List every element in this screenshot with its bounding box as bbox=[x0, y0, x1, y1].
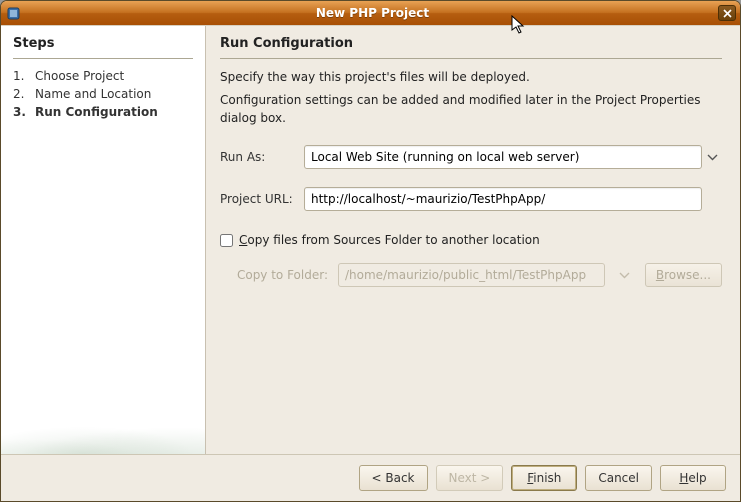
wizard-window: New PHP Project Steps 1.Choose Project2.… bbox=[0, 0, 741, 502]
next-button: Next > bbox=[436, 465, 504, 491]
step-item: 1.Choose Project bbox=[13, 67, 193, 85]
steps-header: Steps bbox=[13, 36, 193, 51]
step-label: Name and Location bbox=[35, 87, 151, 101]
copy-folder-row: Copy to Folder: Browse... bbox=[220, 263, 722, 287]
project-url-label: Project URL: bbox=[220, 192, 304, 206]
browse-button: Browse... bbox=[645, 263, 722, 287]
copy-folder-label: Copy to Folder: bbox=[220, 268, 328, 282]
project-url-input[interactable] bbox=[304, 187, 702, 211]
chevron-down-icon bbox=[615, 268, 635, 282]
copy-files-label[interactable]: Copy files from Sources Folder to anothe… bbox=[239, 233, 540, 247]
run-as-row: Run As: bbox=[220, 145, 722, 169]
button-bar: < Back Next > Finish Cancel Help bbox=[1, 454, 740, 501]
divider bbox=[13, 58, 193, 59]
description-line-2: Configuration settings can be added and … bbox=[220, 92, 722, 127]
help-button[interactable]: Help bbox=[660, 465, 726, 491]
back-button[interactable]: < Back bbox=[359, 465, 428, 491]
description-line-1: Specify the way this project's files wil… bbox=[220, 69, 722, 86]
step-label: Choose Project bbox=[35, 69, 124, 83]
main-panel: Run Configuration Specify the way this p… bbox=[206, 26, 740, 454]
copy-files-row: Copy files from Sources Folder to anothe… bbox=[220, 233, 722, 247]
copy-folder-input bbox=[338, 263, 605, 287]
sidebar-decoration bbox=[1, 359, 205, 454]
run-as-field[interactable] bbox=[304, 145, 702, 169]
finish-button[interactable]: Finish bbox=[511, 465, 577, 491]
step-label: Run Configuration bbox=[35, 105, 158, 119]
step-number: 3. bbox=[13, 105, 35, 119]
window-title: New PHP Project bbox=[27, 6, 718, 20]
app-icon bbox=[5, 5, 21, 21]
project-url-row: Project URL: bbox=[220, 187, 722, 211]
copy-files-checkbox[interactable] bbox=[220, 234, 233, 247]
close-button[interactable] bbox=[718, 5, 736, 21]
steps-list: 1.Choose Project2.Name and Location3.Run… bbox=[13, 67, 193, 121]
steps-sidebar: Steps 1.Choose Project2.Name and Locatio… bbox=[1, 26, 206, 454]
cancel-button[interactable]: Cancel bbox=[585, 465, 652, 491]
step-number: 2. bbox=[13, 87, 35, 101]
step-item: 2.Name and Location bbox=[13, 85, 193, 103]
step-number: 1. bbox=[13, 69, 35, 83]
titlebar[interactable]: New PHP Project bbox=[1, 1, 740, 25]
close-icon bbox=[723, 9, 732, 18]
body-area: Steps 1.Choose Project2.Name and Locatio… bbox=[1, 25, 740, 454]
step-item: 3.Run Configuration bbox=[13, 103, 193, 121]
chevron-down-icon[interactable] bbox=[702, 150, 722, 164]
page-title: Run Configuration bbox=[220, 36, 722, 51]
run-as-combo[interactable] bbox=[304, 145, 722, 169]
run-as-label: Run As: bbox=[220, 150, 304, 164]
divider bbox=[220, 58, 722, 59]
